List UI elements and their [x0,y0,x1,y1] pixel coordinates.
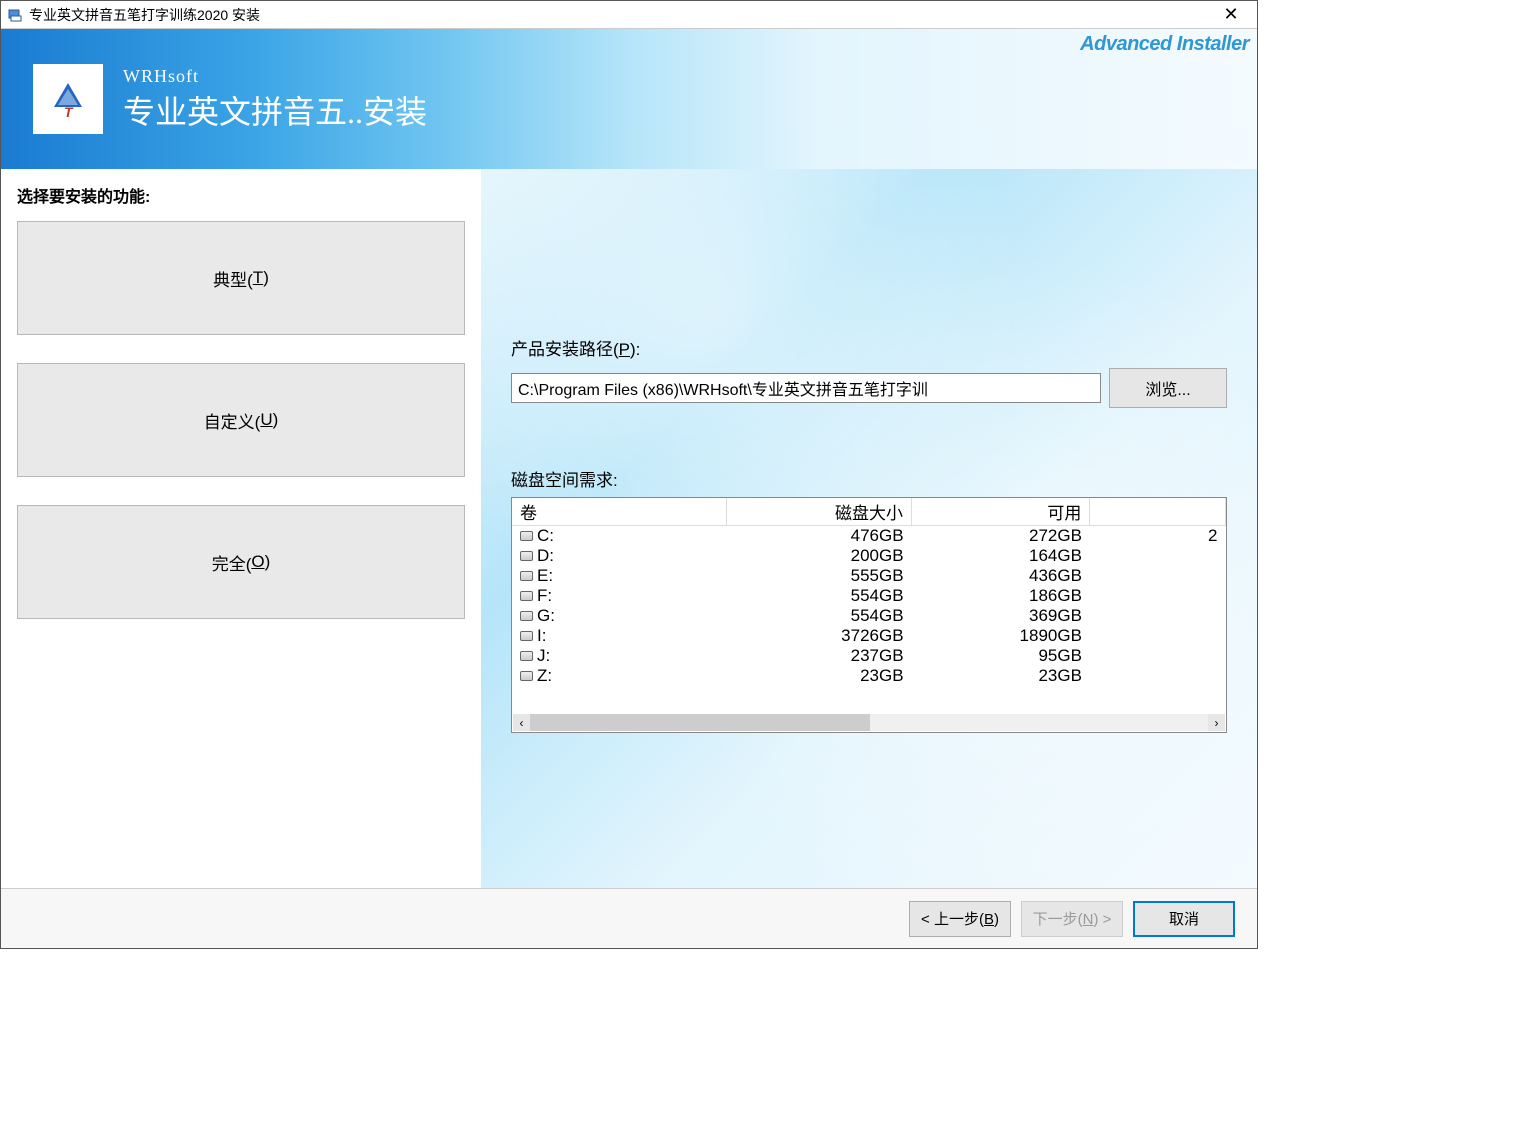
advanced-installer-label: Advanced Installer [1080,33,1249,56]
table-row[interactable]: G:554GB369GB [512,606,1226,626]
brand-big: 专业英文拼音五..安装 [123,87,427,133]
window-title: 专业英文拼音五笔打字训练2020 安装 [29,5,1211,25]
drive-icon [520,651,533,661]
horizontal-scrollbar[interactable]: ‹ › [513,714,1225,731]
table-row[interactable]: J:237GB95GB [512,646,1226,666]
col-volume[interactable]: 卷 [512,498,726,526]
options-heading: 选择要安装的功能: [17,183,465,207]
typical-button[interactable]: 典型(T) [17,221,465,335]
banner: T WRHsoft 专业英文拼音五..安装 Advanced Installer [1,29,1257,169]
drive-icon [520,611,533,621]
table-row[interactable]: D:200GB164GB [512,546,1226,566]
scroll-thumb[interactable] [530,714,870,731]
disk-space-list: 卷 磁盘大小 可用 C:476GB272GB2D:200GB164GBE:555… [511,497,1227,733]
col-available[interactable]: 可用 [912,498,1090,526]
drive-icon [520,531,533,541]
svg-text:T: T [64,104,74,120]
drive-icon [520,571,533,581]
install-path-label: 产品安装路径(P): [511,335,1227,360]
drive-icon [520,591,533,601]
col-size[interactable]: 磁盘大小 [726,498,912,526]
options-pane: 选择要安装的功能: 典型(T) 自定义(U) 完全(O) [1,169,481,888]
titlebar[interactable]: 专业英文拼音五笔打字训练2020 安装 ✕ [1,1,1257,29]
footer: < 上一步(B) 下一步(N) > 取消 [1,888,1257,948]
table-row[interactable]: I:3726GB1890GB [512,626,1226,646]
details-pane: 产品安装路径(P): 浏览... 磁盘空间需求: 卷 磁盘大小 可用 C:476… [481,169,1257,888]
scroll-left-icon[interactable]: ‹ [513,714,530,731]
table-row[interactable]: E:555GB436GB [512,566,1226,586]
install-path-input[interactable] [511,373,1101,403]
drive-icon [520,631,533,641]
custom-button[interactable]: 自定义(U) [17,363,465,477]
drive-icon [520,671,533,681]
col-extra[interactable] [1090,498,1226,526]
next-button: 下一步(N) > [1021,901,1123,937]
app-icon [7,7,23,23]
table-row[interactable]: Z:23GB23GB [512,666,1226,686]
scroll-right-icon[interactable]: › [1208,714,1225,731]
product-logo: T [33,64,103,134]
table-row[interactable]: C:476GB272GB2 [512,526,1226,547]
cancel-button[interactable]: 取消 [1133,901,1235,937]
complete-button[interactable]: 完全(O) [17,505,465,619]
table-row[interactable]: F:554GB186GB [512,586,1226,606]
drive-icon [520,551,533,561]
close-button[interactable]: ✕ [1211,2,1251,28]
brand-small: WRHsoft [123,66,427,87]
disk-space-label: 磁盘空间需求: [511,466,1227,491]
back-button[interactable]: < 上一步(B) [909,901,1011,937]
browse-button[interactable]: 浏览... [1109,368,1227,408]
